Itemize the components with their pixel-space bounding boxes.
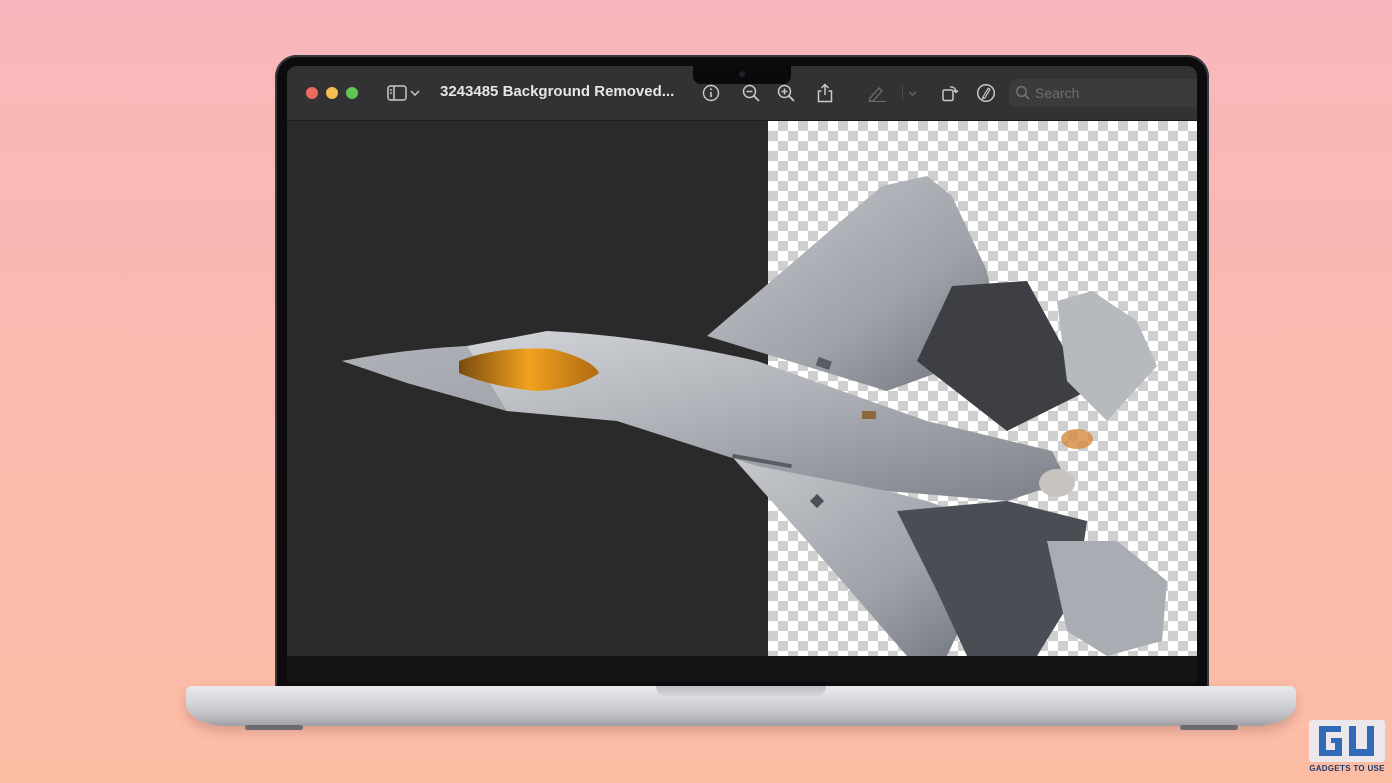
laptop-foot — [1180, 725, 1238, 730]
sidebar-menu-button[interactable] — [407, 81, 423, 105]
preview-window: 3243485 Background Removed... — [287, 66, 1197, 656]
share-icon — [817, 83, 833, 103]
rotate-button[interactable] — [938, 81, 962, 105]
zoom-button[interactable] — [346, 87, 358, 99]
rotate-icon — [942, 86, 959, 102]
chevron-down-icon — [410, 90, 420, 96]
markup-icon — [976, 83, 996, 103]
markup-button[interactable] — [974, 81, 998, 105]
minimize-button[interactable] — [326, 87, 338, 99]
laptop-chin — [287, 656, 1197, 682]
fighter-jet-image — [342, 176, 1167, 656]
document-title[interactable]: 3243485 Background Removed... — [440, 83, 674, 100]
share-button[interactable] — [813, 81, 837, 105]
laptop-base-notch — [656, 686, 826, 696]
laptop-base — [186, 686, 1296, 726]
search-field[interactable] — [1009, 79, 1197, 107]
search-icon — [1015, 85, 1030, 100]
camera-icon — [739, 71, 745, 77]
zoom-in-icon — [777, 84, 795, 102]
image-canvas — [287, 121, 1197, 656]
chevron-down-icon — [908, 90, 916, 96]
zoom-in-button[interactable] — [774, 81, 798, 105]
highlight-pen-icon — [868, 86, 886, 102]
highlight-button[interactable] — [865, 81, 889, 105]
zoom-out-icon — [742, 84, 760, 102]
camera-notch — [693, 66, 791, 84]
logo-tagline: GADGETS TO USE — [1309, 764, 1385, 773]
sidebar-toggle-button[interactable] — [385, 81, 409, 105]
zoom-out-button[interactable] — [739, 81, 763, 105]
laptop-foot — [245, 725, 303, 730]
gu-logo-icon — [1309, 720, 1385, 762]
sidebar-icon — [387, 85, 407, 101]
gadgets-to-use-logo: GADGETS TO USE — [1307, 718, 1387, 778]
info-button[interactable] — [699, 81, 723, 105]
search-input[interactable] — [1035, 83, 1195, 103]
info-icon — [702, 84, 720, 102]
highlight-menu-button[interactable] — [901, 81, 923, 105]
close-button[interactable] — [306, 87, 318, 99]
